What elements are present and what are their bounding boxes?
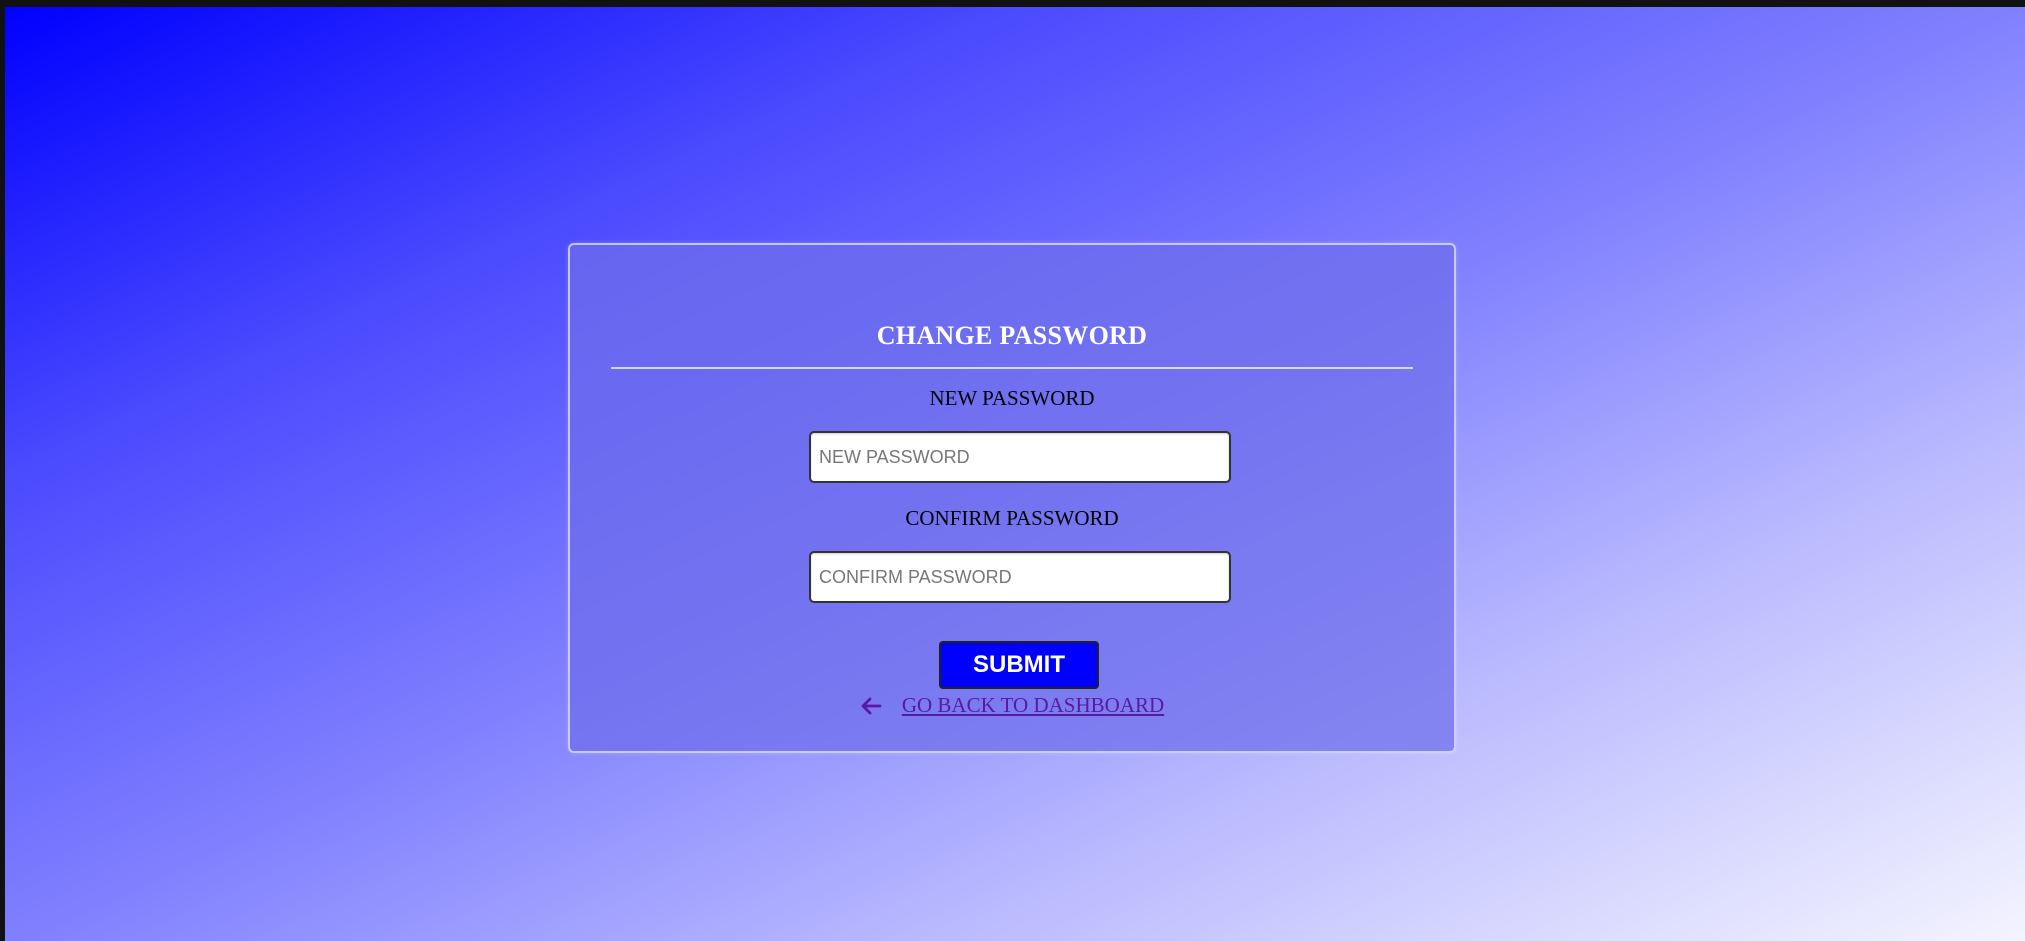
page-background: CHANGE PASSWORD NEW PASSWORD CONFIRM PAS… [5,7,2025,941]
back-to-dashboard-row: GO BACK TO DASHBOARD [570,693,1454,723]
back-to-dashboard-link[interactable]: GO BACK TO DASHBOARD [902,693,1164,718]
page-title: CHANGE PASSWORD [876,321,1148,350]
title-divider [611,367,1413,369]
submit-button[interactable]: SUBMIT [939,641,1099,689]
confirm-password-label: CONFIRM PASSWORD [905,506,1119,530]
confirm-password-input[interactable] [809,551,1231,603]
arrow-left-icon[interactable] [860,695,882,717]
new-password-label: NEW PASSWORD [929,386,1095,410]
new-password-input[interactable] [809,431,1231,483]
change-password-card: CHANGE PASSWORD NEW PASSWORD CONFIRM PAS… [568,243,1456,753]
